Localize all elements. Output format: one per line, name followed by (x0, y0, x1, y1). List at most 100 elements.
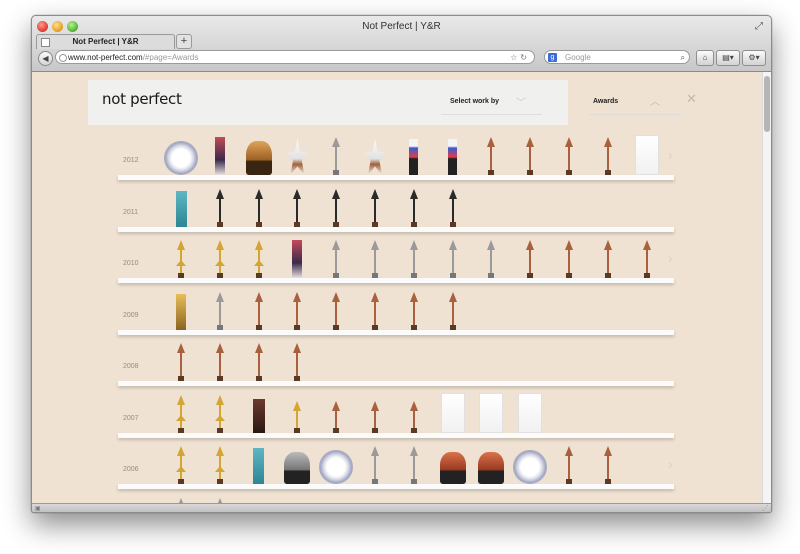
chevron-right-icon[interactable]: › (668, 147, 673, 163)
gear-icon[interactable]: ⚙▾ (742, 50, 766, 66)
trophy-arrow-black[interactable] (291, 188, 303, 227)
arrow-shaft (218, 403, 221, 428)
trophy-arrow-gold[interactable] (253, 240, 265, 278)
trophy-arrow-bronze[interactable] (602, 137, 614, 175)
trophy-plate[interactable] (513, 450, 548, 484)
trophy-arrow-bronze[interactable] (408, 291, 420, 330)
trophy-arrow-black[interactable] (447, 188, 459, 227)
trophy-arrow-silver[interactable] (408, 240, 420, 278)
trophy-arrow-bronze[interactable] (524, 240, 536, 278)
year-label: 2007 (123, 414, 139, 422)
trophy-tag-blue[interactable] (409, 139, 419, 175)
trophy-arrow-bronze[interactable] (641, 240, 653, 278)
trophy-arrow-silver[interactable] (369, 446, 381, 484)
arrow-shaft (412, 300, 415, 325)
trophy-pin-gold[interactable] (291, 400, 303, 433)
trophy-arrow-bronze[interactable] (563, 240, 575, 278)
close-panel-icon[interactable]: ✕ (686, 91, 697, 107)
tab-not-perfect[interactable]: Not Perfect | Y&R (36, 34, 175, 49)
chevron-up-icon[interactable]: ︿ (650, 93, 660, 108)
trophy-block-teal[interactable] (175, 190, 187, 227)
trophy-arrow-gold[interactable] (175, 240, 187, 278)
chevron-down-icon[interactable]: ﹀ (516, 94, 526, 109)
select-work-dropdown[interactable]: Select work by (450, 98, 499, 105)
trophy-arrow-silver[interactable] (330, 240, 342, 278)
trophy-arrow-bronze[interactable] (447, 291, 459, 330)
trophy-figurine[interactable] (245, 141, 272, 175)
trophy-arrow-bronze[interactable] (602, 446, 614, 484)
bookmarks-icon[interactable]: ▤▾ (716, 50, 740, 66)
trophy-arrow-black[interactable] (408, 188, 420, 227)
trophy-arrow-black[interactable] (330, 188, 342, 227)
trophy-arrow-bronze[interactable] (369, 291, 381, 330)
arrow-base (604, 170, 611, 175)
trophy-card[interactable] (634, 135, 659, 175)
trophy-arrow-bronze[interactable] (602, 240, 614, 278)
trophy-figurine-copper[interactable] (478, 452, 505, 484)
trophy-arrow-bronze[interactable] (214, 343, 226, 381)
trophy-tag-blue[interactable] (448, 139, 458, 175)
trophy-plate[interactable] (164, 141, 198, 175)
trophy-arrow-bronze[interactable] (563, 137, 575, 175)
trophy-arrow-bronze[interactable] (291, 291, 303, 330)
trophy-figurine-dark[interactable] (284, 452, 311, 484)
trophy-arrow-bronze[interactable] (330, 291, 342, 330)
trophy-block-dark[interactable] (252, 398, 265, 433)
trophy-arrow-black[interactable] (253, 188, 265, 227)
trophy-arrow-gold[interactable] (214, 240, 226, 278)
trophy-statue-gold[interactable] (176, 293, 186, 330)
trophy-arrow-gold[interactable] (175, 446, 187, 484)
url-domain: www.not-perfect.com (68, 53, 143, 62)
scrollbar[interactable] (762, 72, 771, 503)
reload-icon[interactable]: ↻ (520, 53, 530, 62)
fullscreen-icon[interactable]: ⤢ (755, 21, 763, 32)
trophy-arrow-bronze[interactable] (253, 343, 265, 381)
url-path: /#page=Awards (142, 53, 199, 62)
chevron-right-icon[interactable]: › (668, 456, 673, 472)
trophy-arrow-bronze[interactable] (524, 137, 536, 175)
trophy-crystal[interactable] (292, 240, 303, 278)
trophy-arrow-bronze[interactable] (485, 137, 497, 175)
trophy-arrow-bronze[interactable] (291, 343, 303, 381)
trophy-arrow-silver[interactable] (408, 446, 420, 484)
trophy-arrow-black[interactable] (214, 188, 226, 227)
awards-tab[interactable]: Awards ︿ ✕ (568, 80, 705, 125)
trophy-arrow-silver[interactable] (214, 291, 226, 330)
trophy-arrow-bronze[interactable] (175, 343, 187, 381)
trophy-plate[interactable] (319, 450, 354, 484)
trophy-card[interactable] (440, 392, 465, 433)
trophy-arrow-silver[interactable] (447, 240, 459, 278)
address-bar[interactable]: www.not-perfect.com/#page=Awards ☆↻ (55, 50, 535, 64)
trophy-block-teal[interactable] (253, 448, 265, 484)
scroll-thumb[interactable] (764, 76, 770, 132)
trophy-arrow-gold[interactable] (214, 394, 226, 433)
trophy-arrow-gold[interactable] (175, 394, 187, 433)
site-logo[interactable]: not perfect (102, 90, 182, 108)
trophy-card[interactable] (479, 392, 504, 433)
back-arrow-icon[interactable]: ◀ (38, 51, 53, 66)
trophy-pin-bronze[interactable] (330, 400, 342, 433)
trophy-arrow-silver[interactable] (485, 240, 497, 278)
home-icon[interactable]: ⌂ (696, 50, 714, 66)
chevron-right-icon[interactable]: › (668, 250, 673, 266)
trophy-arrow-silver[interactable] (369, 240, 381, 278)
arrow-base (410, 479, 417, 484)
trophy-figurine-copper[interactable] (439, 452, 466, 484)
plus-icon[interactable]: + (176, 34, 192, 49)
magnifier-icon[interactable]: ⌕ (681, 51, 685, 65)
trophy-pin-bronze[interactable] (408, 400, 420, 433)
trophy-arrow-silver[interactable] (330, 137, 342, 175)
trophy-star[interactable] (286, 139, 309, 175)
trophy-star[interactable] (364, 139, 386, 175)
trophy-arrow-black[interactable] (369, 188, 381, 227)
resize-grip-icon[interactable]: ⋰ (762, 504, 769, 512)
trophy-arrow-bronze[interactable] (253, 291, 265, 330)
trophy-card[interactable] (518, 392, 543, 433)
search-input[interactable]: g Google ⌕ (544, 50, 690, 64)
trophy-arrow-bronze[interactable] (563, 446, 575, 484)
trophy-pin-bronze[interactable] (369, 400, 381, 433)
trophy-crystal[interactable] (214, 137, 225, 175)
arrow-head (371, 188, 379, 199)
trophy-arrow-gold[interactable] (214, 446, 226, 484)
star-icon[interactable]: ☆ (510, 53, 520, 62)
